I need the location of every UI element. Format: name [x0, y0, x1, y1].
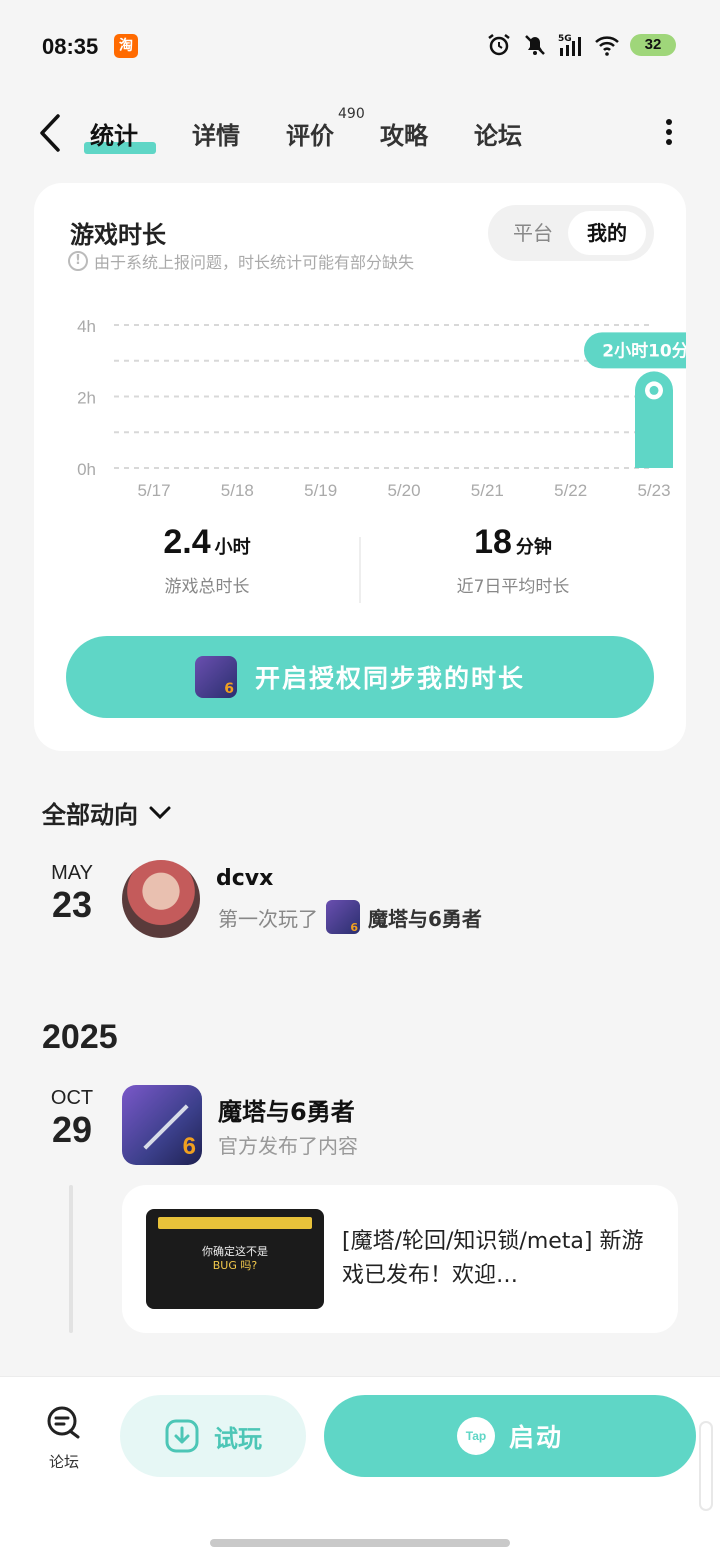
segment-mine[interactable]: 我的 [568, 211, 646, 255]
post-card[interactable]: 你确定这不是 BUG 吗? [魔塔/轮回/知识锁/meta] 新游戏已发布！欢迎… [122, 1185, 678, 1333]
thumbnail-line-1: 你确定这不是 [202, 1245, 268, 1258]
x-tick-label: 5/22 [554, 481, 587, 500]
svg-text:5G: 5G [558, 34, 572, 44]
sync-playtime-button[interactable]: 开启授权同步我的时长 [66, 636, 654, 718]
post-game-title[interactable]: 魔塔与6勇者 [218, 1092, 355, 1127]
launch-button[interactable]: Tap 启动 [324, 1395, 696, 1477]
game-mini-icon [326, 900, 360, 934]
reviews-count: 490 [338, 106, 365, 122]
bell-muted-icon [525, 35, 545, 55]
post-text: [魔塔/轮回/知识锁/meta] 新游戏已发布！欢迎… [342, 1229, 644, 1288]
x-tick-label: 5/18 [221, 481, 254, 500]
scroll-handle[interactable] [699, 1421, 713, 1511]
x-tick-label: 5/23 [637, 481, 670, 500]
post-date: OCT 29 [42, 1087, 102, 1150]
forum-chat-icon [47, 1406, 80, 1439]
bottom-action-bar: 论坛 试玩 Tap 启动 [0, 1376, 720, 1563]
launch-label: 启动 [508, 1423, 563, 1452]
total-time-unit: 小时 [214, 537, 251, 558]
x-tick-label: 5/19 [304, 481, 337, 500]
more-options-icon[interactable] [662, 116, 676, 148]
try-play-label: 试玩 [214, 1424, 262, 1453]
total-time-stat: 2.4 小时 游戏总时长 [44, 523, 370, 597]
game-icon-number: 6 [182, 1133, 196, 1160]
x-tick-label: 5/20 [387, 481, 420, 500]
forum-label: 论坛 [48, 1453, 79, 1471]
card-note: ! 由于系统上报问题，时长统计可能有部分缺失 [68, 249, 414, 273]
home-indicator[interactable] [210, 1539, 510, 1547]
feed-filter-label: 全部动向 [42, 801, 138, 829]
tab-details[interactable]: 详情 [192, 116, 240, 151]
chevron-down-icon [149, 806, 171, 819]
alarm-icon [488, 34, 510, 56]
play-time-card: 游戏时长 ! 由于系统上报问题，时长统计可能有部分缺失 平台 我的 4h 2h 0h… [34, 183, 686, 751]
game-app-icon [194, 656, 237, 698]
total-time-label: 游戏总时长 [164, 577, 250, 597]
bar [403, 467, 405, 468]
total-time-value: 2.4 [163, 523, 211, 561]
x-tick-label: 5/17 [137, 481, 170, 500]
thumbnail-line-2: BUG 吗? [212, 1259, 258, 1272]
value-tooltip-label: 2小时10分钟 [602, 340, 686, 361]
thumbnail-text: 你确定这不是 BUG 吗? [146, 1245, 324, 1273]
avg-time-label: 近7日平均时长 [456, 577, 570, 597]
game-icon[interactable]: 6 [122, 1085, 202, 1165]
avg-time-stat: 18 分钟 近7日平均时长 [350, 523, 676, 597]
y-tick-label: 0h [77, 460, 96, 479]
bar-marker-inner [649, 385, 659, 395]
post-day: 29 [51, 1109, 93, 1150]
bar [236, 467, 238, 468]
thumbnail-banner [158, 1217, 312, 1229]
activity-text: 第一次玩了 魔塔与6勇者 [218, 900, 482, 934]
post-subtitle: 官方发布了内容 [218, 1134, 358, 1158]
x-tick-label: 5/21 [471, 481, 504, 500]
tab-guides[interactable]: 攻略 [380, 116, 428, 151]
bar [486, 467, 488, 468]
taobao-notification-icon: 淘 [114, 34, 138, 58]
download-icon [165, 1419, 199, 1453]
bar [320, 467, 322, 468]
bar [153, 467, 155, 468]
tab-stats[interactable]: 统计 [90, 116, 138, 151]
back-arrow-icon[interactable] [36, 112, 66, 154]
summary-row: 2.4 小时 游戏总时长 18 分钟 近7日平均时长 [34, 523, 686, 613]
play-time-chart: 4h 2h 0h 5/17 5/18 5/19 5/20 5/21 5/22 5/23 2小时10分… [77, 317, 686, 500]
forum-shortcut[interactable]: 论坛 [36, 1403, 92, 1472]
activity-month: MAY [51, 862, 93, 884]
activity-day: 23 [51, 884, 93, 925]
avg-time-value: 18 [474, 523, 512, 561]
wifi-icon [595, 36, 619, 56]
activity-date: MAY 23 [42, 862, 102, 925]
status-bar: 08:35 淘 5G 32 [0, 0, 720, 92]
post-thumbnail: 你确定这不是 BUG 吗? [146, 1209, 324, 1309]
user-avatar[interactable] [122, 860, 200, 938]
bar [570, 467, 572, 468]
source-toggle: 平台 我的 [488, 205, 654, 261]
tab-forum[interactable]: 论坛 [474, 116, 522, 151]
user-name[interactable]: dcvx [216, 866, 273, 891]
signal-icon: 5G [558, 34, 581, 56]
card-title: 游戏时长 [70, 221, 166, 249]
activity-game-name[interactable]: 魔塔与6勇者 [368, 903, 482, 932]
try-play-button[interactable]: 试玩 [120, 1395, 306, 1477]
top-nav: 统计 详情 评价 490 攻略 论坛 [0, 100, 720, 166]
sync-button-label: 开启授权同步我的时长 [254, 664, 525, 693]
feed-filter-dropdown[interactable]: 全部动向 [42, 795, 172, 830]
taptap-icon: Tap [456, 1417, 495, 1455]
tab-reviews[interactable]: 评价 [286, 116, 334, 151]
timeline-line [69, 1185, 73, 1333]
avg-time-unit: 分钟 [515, 537, 552, 558]
activity-action: 第一次玩了 [218, 906, 318, 931]
post-month: OCT [50, 1087, 94, 1109]
y-tick-label: 4h [77, 317, 96, 336]
note-text: 由于系统上报问题，时长统计可能有部分缺失 [94, 253, 415, 272]
year-heading: 2025 [42, 1018, 118, 1056]
clock: 08:35 [42, 34, 99, 59]
battery-indicator: 32 [630, 34, 676, 56]
y-tick-label: 2h [77, 389, 96, 408]
segment-platform[interactable]: 平台 [494, 211, 572, 255]
info-icon: ! [68, 251, 88, 271]
